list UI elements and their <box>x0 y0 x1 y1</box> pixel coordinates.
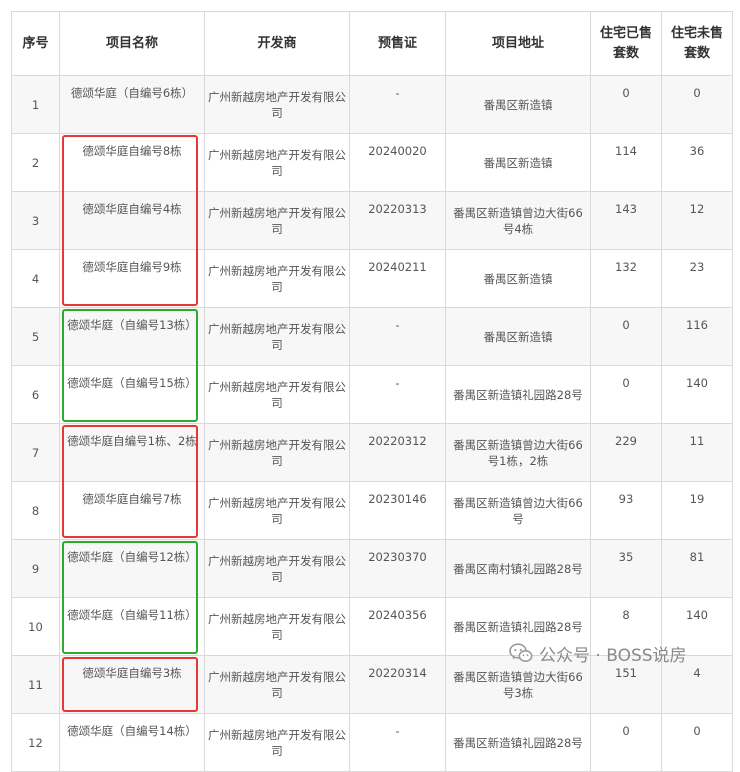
cell-unsold-units: 0 <box>661 75 733 134</box>
header-sold-units: 住宅已售套数 <box>590 11 662 76</box>
cell-index: 6 <box>11 365 60 424</box>
cell-developer: 广州新越房地产开发有限公司 <box>204 655 350 714</box>
cell-unsold-units: 81 <box>661 539 733 598</box>
cell-address: 番禺区南村镇礼园路28号 <box>445 539 591 598</box>
header-unsold-units: 住宅未售套数 <box>661 11 733 76</box>
cell-index: 4 <box>11 249 60 308</box>
cell-developer: 广州新越房地产开发有限公司 <box>204 191 350 250</box>
cell-sold-units: 114 <box>590 133 662 192</box>
cell-presale-permit: - <box>349 307 446 366</box>
header-project-name: 项目名称 <box>59 11 205 76</box>
cell-sold-units: 0 <box>590 75 662 134</box>
cell-index: 3 <box>11 191 60 250</box>
cell-sold-units: 143 <box>590 191 662 250</box>
cell-presale-permit: 20230370 <box>349 539 446 598</box>
highlight-box <box>61 424 198 538</box>
cell-address: 番禺区新造镇礼园路28号 <box>445 713 591 772</box>
header-presale-permit: 预售证 <box>349 11 446 76</box>
cell-index: 7 <box>11 423 60 482</box>
cell-presale-permit: - <box>349 365 446 424</box>
header-index: 序号 <box>11 11 60 76</box>
cell-sold-units: 0 <box>590 365 662 424</box>
cell-project-name: 德颂华庭（自编号6栋） <box>59 75 205 134</box>
cell-unsold-units: 140 <box>661 365 733 424</box>
cell-index: 8 <box>11 481 60 540</box>
cell-unsold-units: 0 <box>661 713 733 772</box>
cell-developer: 广州新越房地产开发有限公司 <box>204 713 350 772</box>
cell-index: 9 <box>11 539 60 598</box>
cell-sold-units: 229 <box>590 423 662 482</box>
cell-sold-units: 0 <box>590 713 662 772</box>
highlight-box <box>61 656 198 712</box>
cell-developer: 广州新越房地产开发有限公司 <box>204 597 350 656</box>
highlight-box <box>61 540 198 654</box>
cell-presale-permit: 20240020 <box>349 133 446 192</box>
cell-address: 番禺区新造镇曾边大街66号4栋 <box>445 191 591 250</box>
cell-unsold-units: 11 <box>661 423 733 482</box>
cell-presale-permit: - <box>349 713 446 772</box>
cell-sold-units: 132 <box>590 249 662 308</box>
cell-sold-units: 0 <box>590 307 662 366</box>
cell-index: 12 <box>11 713 60 772</box>
cell-presale-permit: 20220314 <box>349 655 446 714</box>
cell-index: 1 <box>11 75 60 134</box>
cell-developer: 广州新越房地产开发有限公司 <box>204 75 350 134</box>
cell-presale-permit: - <box>349 75 446 134</box>
cell-sold-units: 35 <box>590 539 662 598</box>
cell-unsold-units: 12 <box>661 191 733 250</box>
cell-unsold-units: 36 <box>661 133 733 192</box>
table-row: 12 德颂华庭（自编号14栋） 广州新越房地产开发有限公司 - 番禺区新造镇礼园路28号… <box>11 713 733 772</box>
cell-address: 番禺区新造镇 <box>445 133 591 192</box>
table-row: 1 德颂华庭（自编号6栋） 广州新越房地产开发有限公司 - 番禺区新造镇 0 0 <box>11 75 733 134</box>
cell-developer: 广州新越房地产开发有限公司 <box>204 249 350 308</box>
cell-address: 番禺区新造镇 <box>445 75 591 134</box>
cell-developer: 广州新越房地产开发有限公司 <box>204 539 350 598</box>
cell-sold-units: 93 <box>590 481 662 540</box>
cell-presale-permit: 20220313 <box>349 191 446 250</box>
cell-presale-permit: 20240211 <box>349 249 446 308</box>
cell-presale-permit: 20230146 <box>349 481 446 540</box>
cell-address: 番禺区新造镇 <box>445 249 591 308</box>
cell-address: 番禺区新造镇 <box>445 307 591 366</box>
cell-project-name: 德颂华庭（自编号14栋） <box>59 713 205 772</box>
cell-developer: 广州新越房地产开发有限公司 <box>204 307 350 366</box>
cell-developer: 广州新越房地产开发有限公司 <box>204 481 350 540</box>
cell-index: 11 <box>11 655 60 714</box>
cell-developer: 广州新越房地产开发有限公司 <box>204 365 350 424</box>
cell-unsold-units: 23 <box>661 249 733 308</box>
cell-unsold-units: 116 <box>661 307 733 366</box>
wechat-icon <box>509 643 533 662</box>
cell-address: 番禺区新造镇曾边大街66号1栋，2栋 <box>445 423 591 482</box>
cell-unsold-units: 19 <box>661 481 733 540</box>
highlight-box <box>61 134 198 306</box>
header-row: 序号 项目名称 开发商 预售证 项目地址 住宅已售套数 住宅未售套数 <box>11 11 733 76</box>
cell-address: 番禺区新造镇曾边大街66号 <box>445 481 591 540</box>
header-address: 项目地址 <box>445 11 591 76</box>
cell-index: 5 <box>11 307 60 366</box>
cell-index: 10 <box>11 597 60 656</box>
cell-presale-permit: 20220312 <box>349 423 446 482</box>
highlight-box <box>61 308 198 422</box>
watermark-text: 公众号 · BOSS说房 <box>539 645 687 666</box>
cell-developer: 广州新越房地产开发有限公司 <box>204 133 350 192</box>
watermark: 公众号 · BOSS说房 <box>509 639 687 667</box>
header-developer: 开发商 <box>204 11 350 76</box>
cell-developer: 广州新越房地产开发有限公司 <box>204 423 350 482</box>
cell-address: 番禺区新造镇礼园路28号 <box>445 365 591 424</box>
cell-presale-permit: 20240356 <box>349 597 446 656</box>
cell-index: 2 <box>11 133 60 192</box>
